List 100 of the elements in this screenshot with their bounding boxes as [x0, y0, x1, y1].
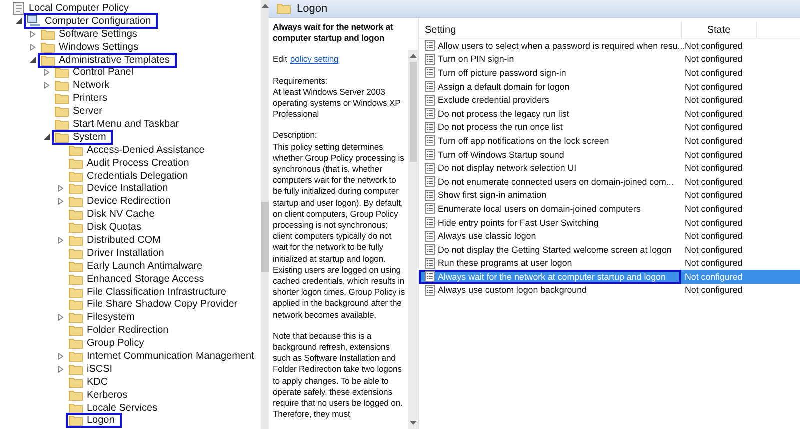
state-cell-text: Not configured — [684, 95, 744, 106]
tree-item[interactable]: Server — [52, 104, 110, 120]
tree-item[interactable]: Driver Installation — [66, 246, 172, 261]
description-text: This policy setting determines whether Group Policy processing is synchronous (that is, whether computers wait for the network to be fully initialized during computer startup and user logon). By default, on client computers, Group Policy processing is not synchronous; client computers typically do not wait for the network to be fully initialized at startup and logon. Existing users are logged on using cached credentials, which results in shorter logon times. Group Policy is applied in the background after the network becomes available. — [273, 142, 406, 321]
setting-row[interactable]: Do not process the legacy run list Not configured — [419, 106, 800, 121]
expand-arrow-icon[interactable] — [30, 44, 36, 51]
expand-arrow-icon[interactable] — [58, 366, 64, 373]
column-header[interactable]: State — [682, 22, 757, 38]
setting-row[interactable]: Assign a default domain for logon Not configured — [419, 80, 800, 94]
expand-arrow-icon[interactable] — [30, 30, 36, 38]
scrollbar-thumb[interactable] — [261, 202, 270, 272]
folder-icon — [69, 234, 83, 246]
state-cell-text: Not configured — [684, 244, 744, 255]
setting-row[interactable]: Show first sign-in animation Not configured — [419, 188, 800, 202]
expand-arrow-icon[interactable] — [44, 69, 50, 76]
folder-icon — [69, 376, 83, 388]
setting-row[interactable]: Always use classic logon Not configured — [419, 229, 800, 243]
policy-setting-link[interactable]: policy setting — [290, 54, 339, 66]
setting-row[interactable]: Enumerate local users on domain-joined computers Not configured — [419, 202, 800, 216]
tree-item[interactable]: Administrative Templates — [38, 52, 177, 68]
tree-item[interactable]: Distributed COM — [66, 232, 168, 248]
setting-row[interactable]: Turn off picture password sign-in Not configured — [419, 66, 800, 80]
tree-item[interactable]: Device Redirection — [66, 194, 178, 210]
setting-name: Do not process the run once list — [438, 122, 563, 132]
tree-item[interactable]: Printers — [52, 91, 114, 106]
folder-icon — [41, 54, 55, 66]
tree-item[interactable]: Computer Configuration — [24, 13, 158, 30]
tree-item[interactable]: Windows Settings — [38, 40, 146, 55]
collapse-arrow-icon[interactable] — [30, 57, 36, 63]
tree-item[interactable]: Early Launch Antimalware — [66, 258, 210, 274]
column-header[interactable]: Setting — [419, 22, 682, 38]
setting-row[interactable]: Turn off app notifications on the lock screen Not configured — [419, 134, 800, 148]
setting-row[interactable]: Do not display the Getting Started welcome screen at logon Not configured — [419, 242, 800, 256]
tree-item[interactable]: Software Settings — [38, 26, 144, 42]
expand-arrow-icon[interactable] — [58, 198, 64, 206]
setting-name: Do not process the legacy run list — [438, 108, 570, 119]
tree-item[interactable]: System — [52, 130, 114, 145]
folder-icon — [55, 93, 69, 104]
tree-item[interactable]: Credentials Delegation — [66, 168, 196, 184]
setting-row[interactable]: Allow users to select when a password is required when resu...Not configured — [419, 39, 800, 53]
setting-row[interactable]: Turn off Windows Startup sound Not configured — [419, 148, 800, 162]
tree-item[interactable]: Audit Process Creation — [66, 156, 196, 171]
edit-label: Edit — [273, 54, 288, 66]
folder-icon — [41, 42, 55, 53]
scrollbar-thumb[interactable] — [410, 62, 416, 162]
setting-icon — [425, 176, 435, 188]
tree-item[interactable]: Network — [52, 78, 117, 94]
state-cell-text: Not configured — [684, 204, 744, 214]
folder-icon — [69, 248, 83, 259]
setting-row[interactable]: Hide entry points for Fast User Switching Not configured — [419, 216, 800, 230]
tree-item[interactable]: Disk NV Cache — [66, 207, 162, 222]
tree-item[interactable]: Folder Redirection — [66, 323, 176, 338]
folder-icon — [69, 196, 83, 208]
setting-row[interactable]: Do not process the run once list Not configured — [419, 120, 800, 134]
folder-icon — [55, 80, 69, 92]
scroll-up-icon[interactable] — [262, 4, 269, 8]
requirements-text: At least Windows Server 2003 operating systems or Windows XP Professional — [273, 86, 402, 120]
setting-row[interactable]: Run these programs at user logon Not configured — [419, 256, 800, 270]
tree-item[interactable]: Logon — [66, 413, 122, 428]
setting-icon — [425, 190, 435, 201]
tree-item[interactable]: Enhanced Storage Access — [66, 272, 212, 287]
tree-item[interactable]: Disk Quotas — [66, 220, 148, 236]
tree-item[interactable]: Device Installation — [66, 181, 176, 196]
expand-arrow-icon[interactable] — [58, 352, 64, 360]
tree-item[interactable]: File Share Shadow Copy Provider — [66, 297, 245, 312]
expand-arrow-icon[interactable] — [58, 236, 64, 244]
tree-item[interactable]: Start Menu and Taskbar — [52, 116, 186, 132]
setting-name: Always wait for the network at computer startup and logon — [438, 272, 666, 282]
tree-item[interactable]: Control Panel — [52, 65, 141, 80]
setting-row[interactable]: Turn on PIN sign-in Not configured — [419, 52, 800, 66]
tree-item[interactable]: File Classification Infrastructure — [66, 284, 234, 300]
tree-item[interactable]: Kerberos — [66, 388, 135, 403]
expand-arrow-icon[interactable] — [58, 314, 64, 322]
setting-row[interactable]: Exclude credential providers Not configured — [419, 93, 800, 107]
setting-name: Always use classic logon — [438, 231, 536, 242]
scrollbar[interactable] — [408, 50, 418, 429]
tree-item[interactable]: Filesystem — [66, 310, 142, 326]
setting-row[interactable]: Do not enumerate connected users on domain-joined com... Not configured — [419, 174, 800, 189]
state-cell-text: Not configured — [684, 231, 744, 242]
scroll-down-icon[interactable] — [410, 421, 416, 425]
tree-item[interactable]: Group Policy — [66, 336, 152, 352]
setting-icon — [425, 135, 435, 146]
setting-row[interactable]: Do not display network selection UI Not configured — [419, 161, 800, 175]
expand-arrow-icon[interactable] — [58, 185, 64, 192]
tree-item[interactable]: Locale Services — [66, 400, 165, 416]
setting-icon — [425, 258, 435, 269]
collapse-arrow-icon[interactable] — [16, 18, 22, 24]
tree-item[interactable]: KDC — [66, 374, 116, 390]
tree-item[interactable]: iSCSI — [66, 362, 120, 377]
scrollbar[interactable] — [261, 0, 270, 429]
collapse-arrow-icon[interactable] — [44, 134, 50, 140]
scroll-up-icon[interactable] — [410, 54, 416, 58]
state-cell-text: Not configured — [684, 136, 744, 146]
setting-row[interactable]: Always use custom logon background Not configured — [419, 284, 800, 298]
tree-item[interactable]: Access-Denied Assistance — [66, 142, 212, 158]
tree-item[interactable]: Internet Communication Management — [66, 349, 262, 364]
folder-icon — [69, 312, 83, 324]
expand-arrow-icon[interactable] — [44, 82, 50, 90]
setting-name: Do not display network selection UI — [438, 163, 577, 174]
description-label: Description: — [273, 130, 318, 142]
